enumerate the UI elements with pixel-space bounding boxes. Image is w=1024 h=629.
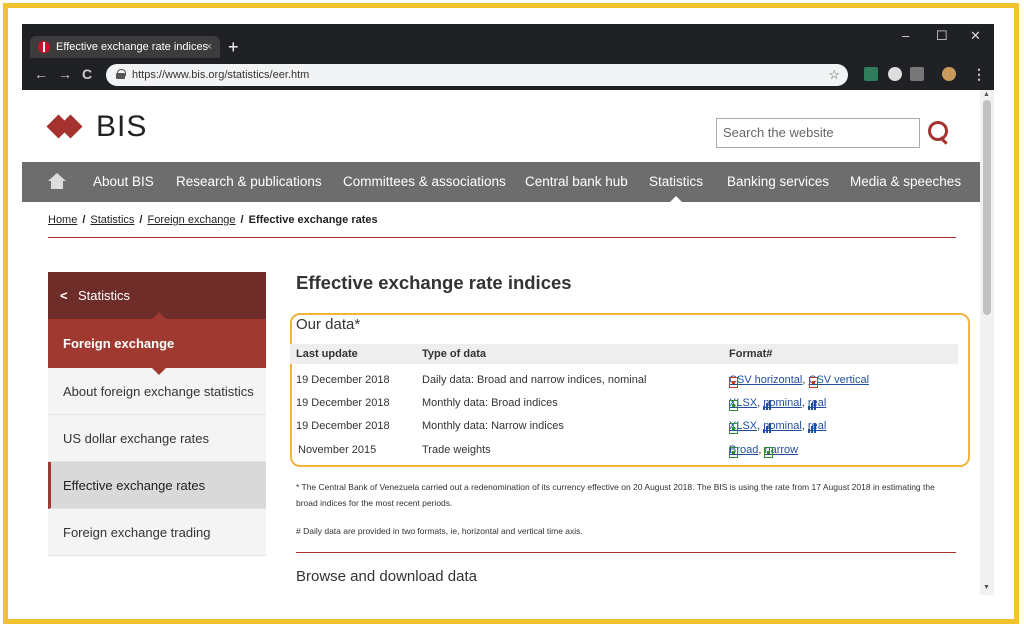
bis-favicon-icon [38, 41, 50, 53]
url-text: https://www.bis.org/statistics/eer.htm [132, 69, 310, 81]
main-nav: About BIS Research & publications Commit… [22, 162, 980, 202]
new-tab-button[interactable]: + [228, 36, 239, 58]
scroll-down-icon[interactable]: ▼ [983, 584, 990, 591]
profile-avatar[interactable] [942, 67, 956, 81]
csv-horizontal-link[interactable]: CSV horizontal [729, 374, 802, 386]
nav-about-bis[interactable]: About BIS [93, 162, 154, 202]
breadcrumb-foreign-exchange[interactable]: Foreign exchange [147, 214, 235, 226]
browser-chrome: Effective exchange rate indices × + – ☐ … [22, 24, 994, 90]
maximize-button[interactable]: ☐ [936, 28, 948, 44]
sidebar-section-foreign-exchange[interactable]: Foreign exchange [48, 319, 266, 375]
forward-icon[interactable]: → [58, 66, 72, 82]
col-format: Format# [729, 348, 773, 360]
table-row: 19 December 2018 Monthly data: Narrow in… [296, 420, 827, 434]
divider [296, 552, 956, 553]
signal-icon[interactable] [910, 67, 924, 81]
bis-logo[interactable]: BIS [46, 110, 148, 143]
breadcrumb-home[interactable]: Home [48, 214, 77, 226]
page-title: Effective exchange rate indices [296, 272, 572, 293]
bis-logo-icon [46, 114, 92, 139]
nav-banking-services[interactable]: Banking services [727, 162, 829, 202]
reload-icon[interactable]: C [82, 66, 92, 82]
tab-close-icon[interactable]: × [206, 36, 212, 58]
scroll-up-icon[interactable]: ▲ [983, 91, 990, 98]
chart-icon [763, 400, 774, 410]
sidebar-item-fx-trading[interactable]: Foreign exchange trading [48, 509, 266, 556]
search-input[interactable]: Search the website [716, 118, 920, 148]
close-window-button[interactable]: ✕ [970, 28, 981, 44]
table-header: Last update Type of data Format# [290, 344, 958, 364]
nav-committees-associations[interactable]: Committees & associations [343, 162, 506, 202]
webpage: BIS Search the website About BIS Researc… [22, 90, 980, 595]
csv-file-icon [808, 377, 818, 388]
address-row: ← → C https://www.bis.org/statistics/eer… [22, 62, 994, 88]
search-icon[interactable] [928, 121, 950, 143]
menu-kebab-icon[interactable]: ⋮ [972, 66, 986, 83]
nav-central-bank-hub[interactable]: Central bank hub [525, 162, 628, 202]
csv-file-icon [729, 377, 738, 388]
table-row: November 2015 Trade weights Broad, narro… [298, 444, 799, 458]
back-icon[interactable]: ← [34, 66, 48, 82]
logo-text: BIS [96, 110, 148, 143]
sidebar: < Statistics Foreign exchange About fore… [48, 272, 266, 556]
breadcrumb: Home / Statistics / Foreign exchange / Effecti… [48, 214, 378, 226]
nav-research-publications[interactable]: Research & publications [176, 162, 322, 202]
excel-file-icon [729, 447, 738, 458]
col-last-update: Last update [296, 348, 358, 360]
sidebar-item-about-fx[interactable]: About foreign exchange statistics [48, 368, 266, 415]
page-scrollbar[interactable]: ▲ ▼ [980, 90, 994, 595]
chart-icon [763, 423, 774, 433]
divider [48, 237, 956, 238]
sidebar-back-statistics[interactable]: < Statistics [48, 272, 266, 320]
excel-file-icon [764, 447, 774, 458]
section-title: Our data* [296, 316, 361, 333]
footnote-daily-formats: # Daily data are provided in two formats… [296, 526, 583, 536]
table-row: 19 December 2018 Daily data: Broad and n… [296, 374, 870, 388]
sidebar-item-effective-rates[interactable]: Effective exchange rates [48, 462, 266, 509]
lock-icon [116, 69, 126, 79]
chart-icon [807, 423, 819, 433]
col-type-of-data: Type of data [422, 348, 486, 360]
csv-vertical-link[interactable]: CSV vertical [809, 374, 870, 386]
breadcrumb-current: Effective exchange rates [248, 214, 378, 226]
browser-tab[interactable]: Effective exchange rate indices × [30, 36, 220, 58]
chart-icon [807, 400, 819, 410]
address-bar[interactable]: https://www.bis.org/statistics/eer.htm ☆ [106, 64, 848, 86]
minimize-button[interactable]: – [902, 28, 909, 43]
sidebar-item-usd-rates[interactable]: US dollar exchange rates [48, 415, 266, 462]
table-row: 19 December 2018 Monthly data: Broad ind… [296, 397, 827, 411]
extension-icon[interactable] [864, 67, 878, 81]
tab-title: Effective exchange rate indices [56, 41, 209, 53]
breadcrumb-statistics[interactable]: Statistics [90, 214, 134, 226]
bookmark-star-icon[interactable]: ☆ [828, 64, 840, 86]
excel-file-icon [729, 400, 738, 411]
footnote-venezuela: * The Central Bank of Venezuela carried … [296, 482, 935, 508]
excel-file-icon [729, 423, 738, 434]
nav-statistics[interactable]: Statistics [649, 162, 703, 202]
browse-download-title: Browse and download data [296, 568, 477, 585]
scrollbar-thumb[interactable] [983, 100, 991, 315]
extension-icon[interactable] [888, 67, 902, 81]
home-icon[interactable] [48, 173, 66, 189]
nav-media-speeches[interactable]: Media & speeches [850, 162, 961, 202]
chevron-left-icon: < [60, 288, 68, 303]
